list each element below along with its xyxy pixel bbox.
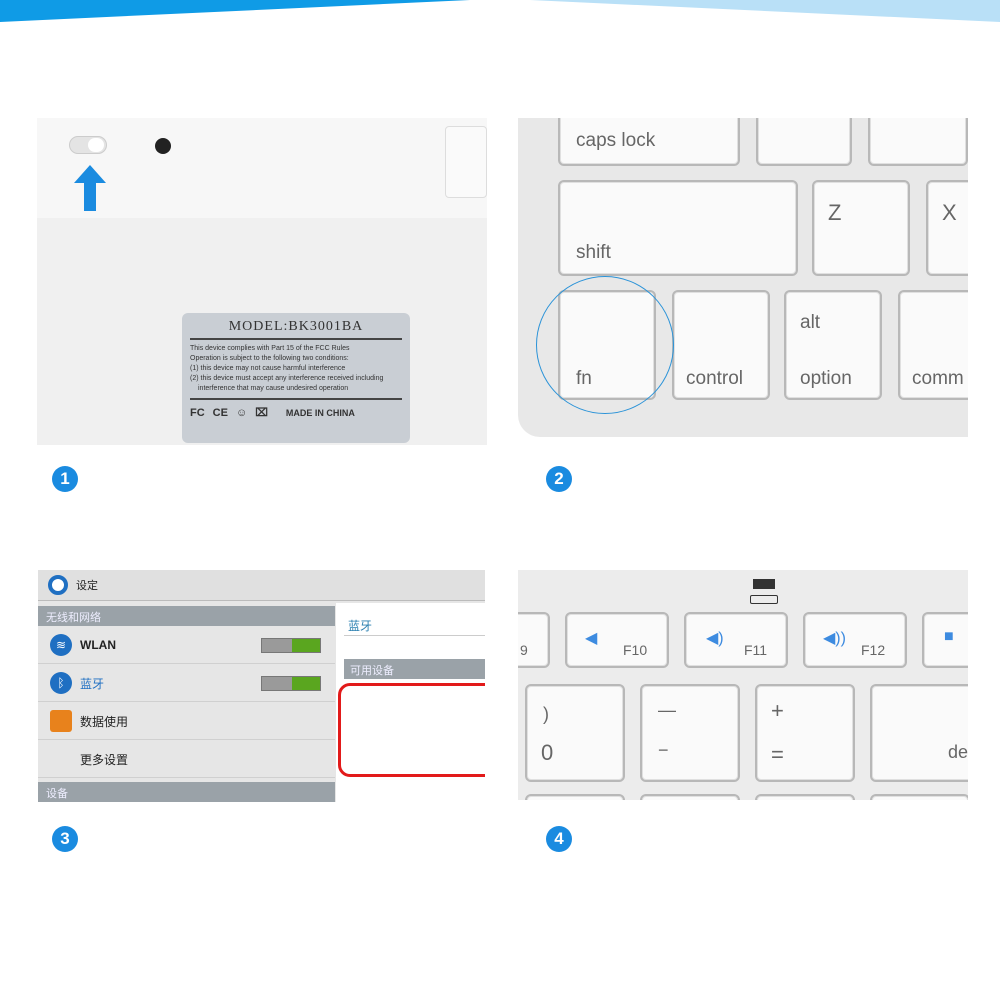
key-a [756,118,852,166]
led-indicator [155,138,171,154]
key-shift: shift [558,180,798,276]
volume-up-icon: ◀)) [823,630,846,647]
step-number-2: 2 [546,466,572,492]
step-number-3: 3 [52,826,78,852]
volume-down-icon: ◀) [706,630,724,647]
step3-bluetooth-settings: 设定 无线和网络 ≋ WLAN ᛒ 蓝牙 数据使用 更多设置 设备 蓝牙 可用设… [38,570,485,802]
available-devices-highlight[interactable] [338,683,485,777]
key-control: control [672,290,770,400]
row-wlan[interactable]: ≋ WLAN [38,627,335,664]
arrow-up-icon [74,165,106,211]
key-x: X [926,180,968,276]
fcc-statement: This device complies with Part 15 of the… [190,344,402,400]
rohs-icon: ☺ [235,406,248,419]
key-caps-lock: caps lock [558,118,740,166]
step2-image-fn-key: caps lock shift Z X fn control alt option… [518,118,968,437]
key-equals: + = [755,684,855,782]
bluetooth-icon: ᛒ [50,672,72,694]
section-wireless: 无线和网络 [38,606,335,626]
model-number: MODEL:BK3001BA [190,319,402,340]
ce-mark: CE [212,406,228,419]
key-f11: ◀) F11 [684,612,788,668]
lock-icon: ■ [944,628,954,645]
step1-image-power-switch: MODEL:BK3001BA This device complies with… [37,118,487,445]
bluetooth-toggle[interactable] [261,676,321,691]
settings-title: 设定 [76,580,98,592]
key-minus: — − [640,684,740,782]
made-in: MADE IN CHINA [285,407,355,418]
available-devices-header: 可用设备 [344,659,485,679]
weee-bin-icon: ⌧ [255,407,268,419]
row-more-settings[interactable]: 更多设置 [38,741,335,778]
key-f12: ◀)) F12 [803,612,907,668]
step-number-4: 4 [546,826,572,852]
power-switch [69,136,107,154]
wifi-icon: ≋ [50,634,72,656]
key-command: comm [898,290,968,400]
key-f9: 9 [518,612,550,668]
key-0: ) 0 [525,684,625,782]
step4-function-keys: 9 ◀ F10 ◀) F11 ◀)) F12 ■ ) 0 — − + = de [518,570,968,800]
key-alt-option: alt option [784,290,882,400]
battery-icon [750,595,778,604]
fc-mark: FC [190,406,205,419]
key-lock: ■ [922,612,968,668]
row-data-usage[interactable]: 数据使用 [38,703,335,740]
wlan-toggle[interactable] [261,638,321,653]
step-number-1: 1 [52,466,78,492]
indicator-light [753,579,775,589]
key-s [868,118,968,166]
section-device: 设备 [38,782,335,802]
product-label: MODEL:BK3001BA This device complies with… [182,313,410,443]
row-bluetooth[interactable]: ᛒ 蓝牙 [38,665,335,702]
data-usage-icon [50,710,72,732]
bluetooth-pane-title: 蓝牙 [348,619,373,633]
volume-mute-icon: ◀ [585,630,598,647]
header-banner [0,0,1000,22]
key-f10: ◀ F10 [565,612,669,668]
key-delete: de [870,684,968,782]
settings-gear-icon [48,575,68,595]
highlight-circle [536,276,674,414]
key-z: Z [812,180,910,276]
